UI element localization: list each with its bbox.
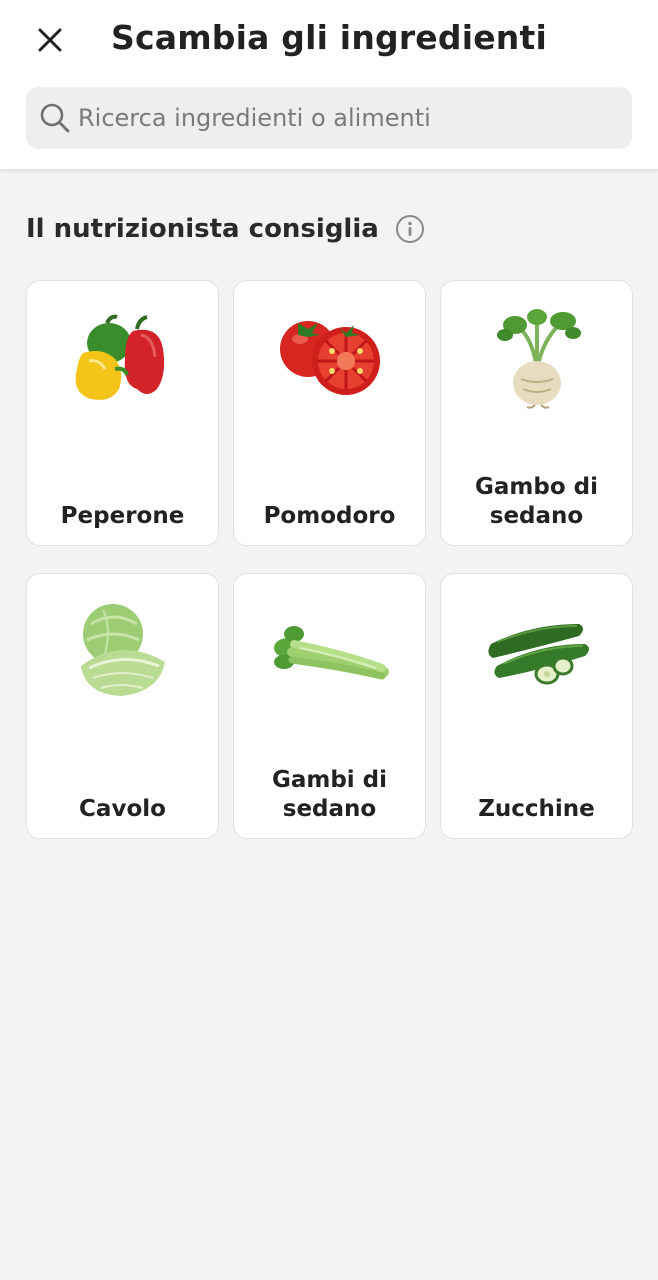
celery-image [274,626,389,680]
ingredient-label: Pomodoro [263,503,396,529]
top-bar: Scambia gli ingredienti [0,0,658,170]
ingredient-label: Cavolo [79,796,166,822]
search-input[interactable] [72,87,632,149]
ingredient-label: Gambi di sedano [271,767,388,822]
ingredient-grid: Peperone Pomodoro Gambo di sedano Cavolo… [26,280,633,839]
page-title: Scambia gli ingredienti [111,18,547,57]
info-icon[interactable] [395,214,425,244]
cabbage-image [81,604,165,696]
section-heading: Il nutrizionista consiglia [26,214,425,244]
search-icon [38,101,72,135]
ingredient-label: Zucchine [478,796,595,822]
ingredient-card-peperone[interactable]: Peperone [26,280,219,546]
search-bar[interactable] [26,87,632,149]
ingredient-label: Gambo di sedano [475,474,598,529]
section-title: Il nutrizionista consiglia [26,214,379,244]
tomato-image [280,321,380,395]
bell-pepper-image [75,314,165,400]
celeriac-image [497,309,581,409]
ingredient-card-pomodoro[interactable]: Pomodoro [233,280,426,546]
ingredient-label: Peperone [60,503,185,529]
ingredient-card-gambo-di-sedano[interactable]: Gambo di sedano [440,280,633,546]
ingredient-card-gambi-di-sedano[interactable]: Gambi di sedano [233,573,426,839]
zucchini-image [488,624,589,685]
ingredient-card-cavolo[interactable]: Cavolo [26,573,219,839]
ingredient-card-zucchine[interactable]: Zucchine [440,573,633,839]
